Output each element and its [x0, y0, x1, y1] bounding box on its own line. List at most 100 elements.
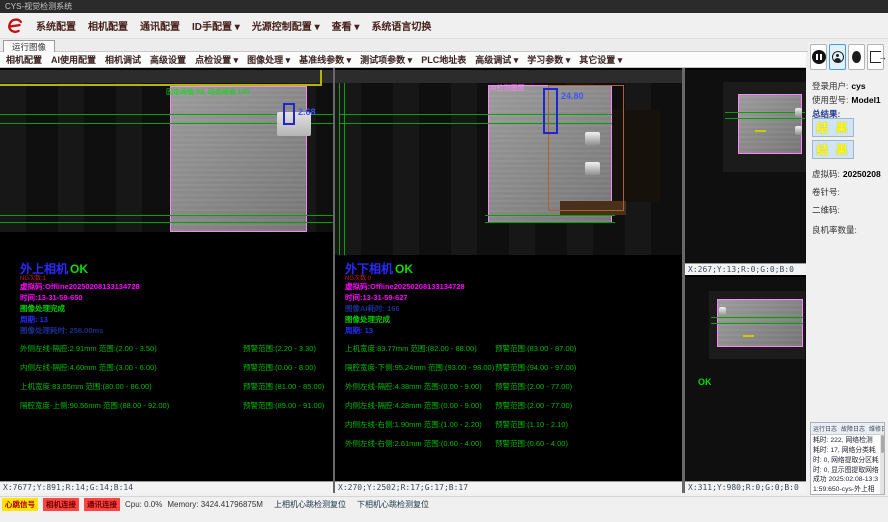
model-label: 使用型号: [812, 95, 848, 105]
pixel-coord-bar: X:311;Y:980;R:0;G:0;B:0 [685, 481, 806, 493]
control-buttons [810, 44, 884, 70]
metal-glint [795, 108, 802, 117]
measurement-text: 上机宽度:83.77mm 范围:(82.00 - 88.00) [345, 343, 477, 354]
marker-yellow [755, 130, 766, 132]
process-done-line: 图像处理完成 [345, 314, 390, 325]
tab-run-image[interactable]: 运行图像 [3, 40, 55, 52]
preview-column: X:267;Y:13;R:0;G:0;B:0 OK X:311;Y:980;R:… [685, 68, 806, 493]
login-user-value: cys [851, 81, 865, 91]
measure-line [485, 222, 615, 223]
status-bar: 心跳信号 相机连接 通讯连接 Cpu: 0.0% Memory: 3424.41… [0, 496, 888, 511]
cycle-line: 周期: 13 [20, 314, 48, 325]
log-tab[interactable]: 故障日志 [840, 424, 866, 433]
process-done-line: 图像处理完成 [20, 303, 65, 314]
menu-item[interactable]: 光源控制配置 ▾ [252, 18, 320, 33]
preview-view-top[interactable] [685, 70, 806, 263]
measure-box-blue [543, 88, 558, 134]
measurement-row: 外侧左线-右侧:2.61mm 范围:(0.60 - 4.00) 预警范围:(0.… [335, 438, 682, 457]
measurement-row: 内侧左线-隔腔:4.60mm 范围:(3.00 - 6.00) 预警范围:(0.… [0, 362, 333, 381]
toolbar-item[interactable]: PLC地址表 [421, 53, 466, 66]
menu-bar: 系统配置相机配置通讯配置 ID手配置 ▾ 光源控制配置 ▾ 查看 ▾ 系统语言切换 [0, 13, 888, 39]
user-icon [832, 51, 844, 63]
user-login-button[interactable] [829, 44, 846, 70]
log-panel: 运行日志故障日志维修日志 耗时: 222, 网络检测耗时: 17, 网络分类耗时… [810, 422, 885, 495]
measurement-warn: 预警范围:(0.60 - 4.00) [495, 438, 568, 449]
machine-frame [335, 70, 682, 83]
measurement-list: 上机宽度:83.77mm 范围:(82.00 - 88.00) 预警范围:(83… [335, 343, 682, 457]
measure-line [0, 215, 333, 216]
control-panel: 登录用户:cys 使用型号:Model1 总结果: 结 果 结 果 虚拟码:20… [808, 42, 888, 493]
barcode-line: 虚拟码:Offline20250208133134728 [20, 281, 140, 292]
exit-button[interactable] [867, 44, 884, 70]
camera-view-lower[interactable]: 24.80 AI检测画面 [335, 70, 682, 255]
toolbar-item[interactable]: 点检设置 ▾ [195, 53, 238, 66]
measurement-warn: 预警范围:(2.00 - 77.00) [495, 400, 572, 411]
toolbar-item[interactable]: 其它设置 ▾ [579, 53, 622, 66]
toolbar-item[interactable]: 高级调试 ▾ [475, 53, 518, 66]
preview-view-bottom[interactable]: OK [685, 277, 806, 481]
toolbar-item[interactable]: 测试项参数 ▾ [360, 53, 412, 66]
measurement-row: 隔腔宽度-上侧:90.56mm 范围:(88.00 - 92.00) 预警范围:… [0, 400, 333, 419]
lower-camera-heartbeat-reset[interactable]: 下相机心跳检测复位 [357, 499, 429, 510]
measurement-warn: 预警范围:(1.10 - 2.10) [495, 419, 568, 430]
pause-icon [812, 50, 826, 64]
toolbar-item[interactable]: 相机调试 [105, 53, 141, 66]
exit-door-icon [870, 51, 881, 63]
log-tab[interactable]: 运行日志 [812, 424, 838, 433]
measurement-warn: 预警范围:(81.00 - 85.00) [243, 381, 324, 392]
menu-item[interactable]: 相机配置 [88, 18, 128, 33]
operator-button[interactable] [848, 44, 865, 70]
menu-item[interactable]: ID手配置 ▾ [192, 18, 240, 33]
upper-camera-heartbeat-reset[interactable]: 上相机心跳检测复位 [274, 499, 346, 510]
result-status: OK [70, 262, 88, 276]
measurement-warn: 预警范围:(89.00 - 91.00) [243, 400, 324, 411]
login-user-label: 登录用户: [812, 81, 848, 91]
result-box-lower: 结 果 [812, 140, 854, 159]
roi-box-orange [548, 85, 624, 211]
measurement-row: 外侧左线-隔腔:4.38mm 范围:(0.00 - 9.00) 预警范围:(2.… [335, 381, 682, 400]
pixel-coord-bar: X:270;Y:2502;R:17;G:17;B:17 [335, 481, 682, 493]
time-line: 时间:13-31-59-650 [20, 292, 83, 303]
measurement-text: 外侧左线-隔腔:4.38mm 范围:(0.00 - 9.00) [345, 381, 482, 392]
pin-number-label: 卷针号: [812, 186, 840, 198]
log-scrollbar-thumb[interactable] [881, 435, 884, 453]
result-box-upper: 结 果 [812, 118, 854, 137]
menu-item[interactable]: 系统配置 [36, 18, 76, 33]
menu-items: 系统配置相机配置通讯配置 ID手配置 ▾ 光源控制配置 ▾ 查看 ▾ 系统语言切换 [36, 18, 431, 33]
title-bar: CYS-视觉检测系统 [0, 0, 888, 13]
measurement-warn: 预警范围:(94.00 - 97.00) [495, 362, 576, 373]
camera-view-upper[interactable]: 2.68 固定阈值:93, 动态阈值:100 [0, 70, 333, 232]
toolbar: 相机配置 AI使用配置相机调试高级设置点检设置 ▾ 图像处理 ▾ 基准线参数 ▾ 测试项… [0, 52, 806, 68]
heartbeat-badge: 心跳信号 [2, 498, 38, 511]
menu-item[interactable]: 系统语言切换 [371, 18, 431, 33]
menu-item[interactable]: 通讯配置 [140, 18, 180, 33]
pause-button[interactable] [810, 44, 827, 70]
log-scrollbar[interactable] [880, 433, 884, 494]
camera-connection-badge: 相机连接 [43, 498, 79, 511]
cycle-line: 周期: 13 [345, 325, 373, 336]
menu-item[interactable]: 查看 ▾ [332, 18, 360, 33]
measure-line [725, 118, 805, 119]
toolbar-item[interactable]: 图像处理 ▾ [247, 53, 290, 66]
measurement-row: 内侧左线-隔腔:4.28mm 范围:(0.00 - 9.00) 预警范围:(2.… [335, 400, 682, 419]
measurement-row: 上机宽度:83.77mm 范围:(82.00 - 88.00) 预警范围:(83… [335, 343, 682, 362]
toolbar-item[interactable]: 相机配置 [6, 53, 42, 66]
measurement-text: 内侧左线-隔腔:4.28mm 范围:(0.00 - 9.00) [345, 400, 482, 411]
pixel-coord-bar: X:7677;Y:891;R:14;G:14;B:14 [0, 481, 333, 493]
toolbar-item[interactable]: 高级设置 [150, 53, 186, 66]
measurement-text: 外侧左线-右侧:2.61mm 范围:(0.60 - 4.00) [345, 438, 482, 449]
proc-time-line: 图像处理耗时: 256.00ms [20, 325, 103, 336]
window-title: CYS-视觉检测系统 [5, 2, 72, 11]
measurement-row: 上机宽度:83.05mm 范围:(80.00 - 86.00) 预警范围:(81… [0, 381, 333, 400]
workspace: 2.68 固定阈值:93, 动态阈值:100 外上相机OK NG次数:1 虚拟码… [0, 68, 806, 493]
measurement-row: 隔腔宽度-下侧:95.24mm 范围:(93.00 - 98.00) 预警范围:… [335, 362, 682, 381]
log-tab[interactable]: 维修日志 [868, 424, 885, 433]
toolbar-item[interactable]: AI使用配置 [51, 53, 96, 66]
measure-line [725, 112, 805, 113]
toolbar-item[interactable]: 基准线参数 ▾ [299, 53, 351, 66]
metal-glint [795, 126, 802, 135]
toolbar-item[interactable]: 学习参数 ▾ [527, 53, 570, 66]
measure-value-overlay: 2.68 [298, 107, 316, 117]
product-roi [738, 94, 802, 154]
measurement-text: 外侧左线-隔腔:2.91mm 范围:(2.00 - 3.50) [20, 343, 157, 354]
